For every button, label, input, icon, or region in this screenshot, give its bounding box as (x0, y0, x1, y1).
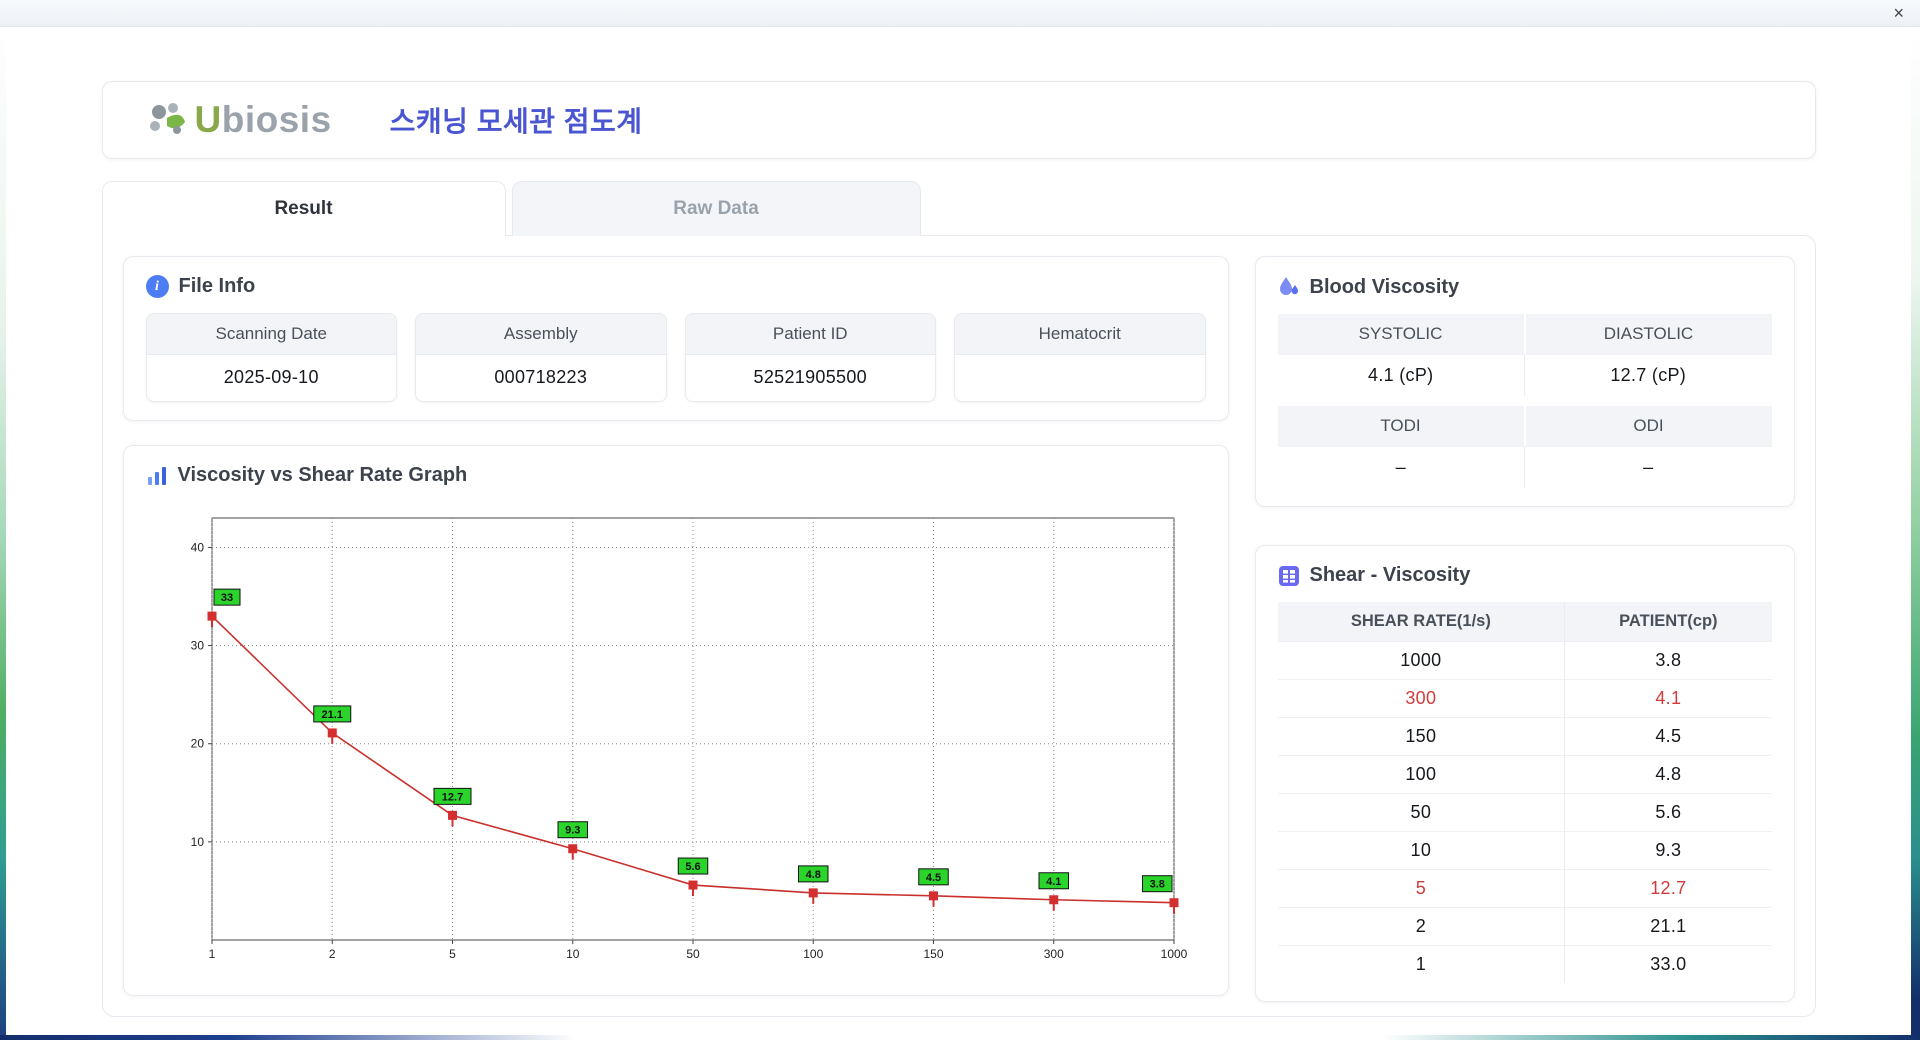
field-value: 000718223 (494, 367, 588, 387)
field-label: Hematocrit (955, 314, 1205, 355)
shear-viscosity-title: Shear - Viscosity (1278, 564, 1772, 587)
page-title: 스캐닝 모세관 점도계 (389, 106, 643, 137)
svg-text:12.7: 12.7 (441, 791, 462, 803)
svg-text:3.8: 3.8 (1149, 879, 1164, 891)
grid-table-icon (1278, 565, 1300, 587)
field-label: Assembly (416, 314, 666, 355)
svg-text:5.6: 5.6 (685, 861, 700, 873)
svg-text:4.5: 4.5 (925, 872, 940, 884)
svg-text:40: 40 (190, 540, 204, 554)
bv-value-cell: 12.7 (cP) (1524, 355, 1772, 396)
table-row: 300 4.1 (1277, 679, 1772, 718)
bv-header-cell: DIASTOLIC (1523, 314, 1772, 354)
graph-card: Viscosity vs Shear Rate Graph 10 20 30 40 1 2… (122, 445, 1229, 996)
table-row: 1 33.0 (1277, 945, 1772, 983)
svg-text:10: 10 (190, 835, 204, 849)
svg-text:33: 33 (220, 592, 232, 604)
bv-header-cell: TODI (1277, 406, 1524, 446)
file-info-field: Patient ID 52521905500 (684, 313, 936, 402)
desktop-edge-right (1911, 27, 1920, 1040)
bv-header-cell: ODI (1523, 406, 1772, 446)
tab-result[interactable]: Result (101, 181, 506, 236)
titlebar: × (0, 0, 1920, 27)
file-info-field: Assembly 000718223 (415, 313, 667, 402)
bv-value-cell: – (1395, 457, 1406, 477)
field-value (955, 355, 1205, 401)
droplet-icon (1278, 275, 1300, 299)
svg-text:150: 150 (923, 947, 943, 961)
field-label: Patient ID (685, 314, 935, 355)
shear-viscosity-table: SHEAR RATE(1/s) PATIENT(cp) 1000 3.8 300 4.… (1277, 602, 1772, 983)
desktop-edge-bottom (0, 1035, 1920, 1040)
svg-text:5: 5 (449, 947, 456, 961)
viscosity-shear-chart: 10 20 30 40 1 2 5 10 50 100 150 300 1000 33 21.1 12.7 9.… (172, 502, 1206, 972)
close-icon[interactable]: × (1893, 2, 1904, 24)
table-row: 10 9.3 (1277, 831, 1772, 870)
file-info-field: Hematocrit (954, 313, 1206, 402)
file-info-fields: Scanning Date 2025-09-10 Assembly 000718223… (145, 313, 1206, 402)
table-row: 1000 3.8 (1277, 641, 1772, 680)
column-header-shear-rate: SHEAR RATE(1/s) (1277, 602, 1565, 642)
brand-logo: Ubiosis (147, 99, 332, 141)
tab-bar: Result Raw Data (101, 181, 1816, 236)
svg-text:30: 30 (190, 639, 204, 653)
file-info-field: Scanning Date 2025-09-10 (145, 313, 397, 402)
bv-value-cell: 4.1 (cP) (1368, 365, 1434, 385)
blood-viscosity-card: Blood Viscosity SYSTOLIC DIASTOLIC 4.1 (cP… (1254, 256, 1795, 507)
tab-raw-data[interactable]: Raw Data (511, 181, 921, 236)
table-row: 50 5.6 (1277, 793, 1772, 832)
svg-text:10: 10 (566, 947, 580, 961)
app-window: Ubiosis 스캐닝 모세관 점도계 Result Raw Data i Fi… (6, 27, 1911, 1035)
ubiosis-logo-icon (147, 100, 189, 140)
result-panel: i File Info Scanning Date 2025-09-10 Assem… (101, 235, 1816, 1017)
svg-text:100: 100 (803, 947, 823, 961)
info-icon: i (145, 275, 169, 298)
svg-text:9.3: 9.3 (565, 825, 580, 837)
field-value: 2025-09-10 (223, 367, 319, 387)
table-row: 2 21.1 (1277, 907, 1772, 946)
table-row: 5 12.7 (1277, 869, 1772, 908)
svg-text:4.1: 4.1 (1046, 876, 1061, 888)
field-value: 52521905500 (753, 367, 867, 387)
bv-value-cell: – (1524, 447, 1772, 488)
svg-text:1: 1 (208, 947, 215, 961)
svg-text:50: 50 (686, 947, 700, 961)
shear-viscosity-card: Shear - Viscosity SHEAR RATE(1/s) PATIEN… (1254, 545, 1795, 1002)
field-label: Scanning Date (146, 314, 396, 355)
blood-viscosity-title: Blood Viscosity (1278, 275, 1772, 299)
app-header: Ubiosis 스캐닝 모세관 점도계 (101, 81, 1816, 159)
svg-text:1000: 1000 (1160, 947, 1187, 961)
svg-text:4.8: 4.8 (805, 869, 820, 881)
bar-chart-icon (146, 465, 168, 487)
svg-text:21.1: 21.1 (321, 709, 342, 721)
bv-header-cell: SYSTOLIC (1277, 314, 1524, 354)
column-header-patient: PATIENT(cp) (1564, 602, 1772, 642)
graph-title: Viscosity vs Shear Rate Graph (146, 464, 1206, 487)
brand-name: Ubiosis (194, 99, 332, 140)
file-info-card: i File Info Scanning Date 2025-09-10 Assem… (122, 256, 1229, 421)
svg-text:300: 300 (1043, 947, 1063, 961)
table-row: 150 4.5 (1277, 717, 1772, 756)
table-row: 100 4.8 (1277, 755, 1772, 794)
blood-viscosity-grid: SYSTOLIC DIASTOLIC 4.1 (cP) 12.7 (cP) TODI OD… (1277, 314, 1772, 488)
svg-text:20: 20 (190, 737, 204, 751)
svg-text:2: 2 (328, 947, 335, 961)
file-info-title: i File Info (145, 275, 1206, 298)
